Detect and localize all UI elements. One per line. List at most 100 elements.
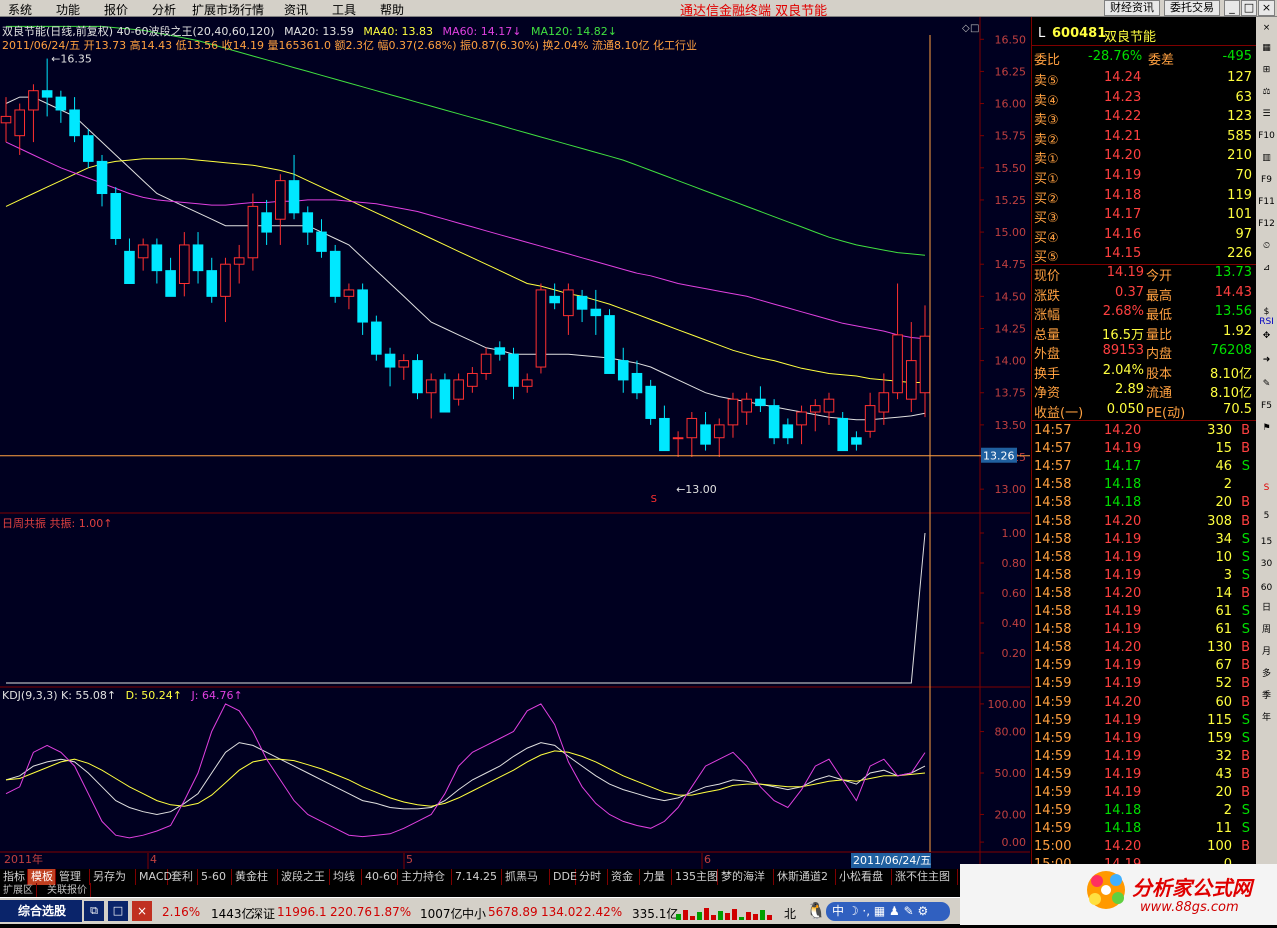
trade-button[interactable]: 委托交易 bbox=[1164, 0, 1220, 16]
indicator-tab[interactable]: 涨不住主图 bbox=[892, 869, 958, 885]
period-button[interactable]: RSI bbox=[1257, 313, 1276, 331]
period-button[interactable]: 15 bbox=[1257, 533, 1276, 551]
tick-volume: 34 bbox=[1215, 531, 1232, 547]
f12-icon[interactable]: F12 bbox=[1257, 215, 1276, 233]
bar-icon[interactable]: ▥ bbox=[1257, 149, 1276, 167]
chart-icon[interactable]: ⊞ bbox=[1257, 61, 1276, 79]
indicator-tab[interactable]: MACD bbox=[136, 869, 172, 885]
indicator-tab[interactable]: 40-60 bbox=[362, 869, 398, 885]
menu-item-quote[interactable]: 报价 bbox=[104, 1, 128, 18]
flag-icon[interactable]: ⚑ bbox=[1257, 419, 1276, 437]
stat-label: 外盘 bbox=[1034, 347, 1061, 362]
indicator-tab[interactable]: 黄金柱 bbox=[232, 869, 278, 885]
weibi-value: -28.76% bbox=[1088, 49, 1143, 64]
list-icon[interactable]: ☰ bbox=[1257, 105, 1276, 123]
period-button[interactable]: 60 bbox=[1257, 579, 1276, 597]
index-name-bj: 北 bbox=[784, 907, 797, 921]
arrow-icon[interactable]: ➜ bbox=[1257, 351, 1276, 369]
stat-label-2: 股本 bbox=[1146, 366, 1173, 382]
tick-time: 14:58 bbox=[1034, 567, 1072, 583]
grid-icon[interactable]: ▦ bbox=[1257, 39, 1276, 57]
indicator-tab[interactable]: 抓黑马 bbox=[502, 869, 550, 885]
tick-side: B bbox=[1241, 640, 1250, 656]
maximize-icon[interactable]: □ bbox=[1241, 0, 1257, 16]
bid-level-label: 买④ bbox=[1034, 230, 1059, 246]
candle-down bbox=[617, 360, 629, 381]
ime-toolbar[interactable]: 中 ☽ ·, ▦ ♟ ✎ ⚙ bbox=[826, 902, 950, 921]
window-close-icon[interactable]: × bbox=[132, 901, 152, 921]
window-restore-icon[interactable]: ⧉ bbox=[84, 901, 104, 921]
indicator-tab[interactable]: 力量 bbox=[640, 869, 672, 885]
weibi-label: 委比 bbox=[1034, 53, 1061, 68]
pencil-icon[interactable]: ✎ bbox=[1257, 375, 1276, 393]
menu-item-ext-market[interactable]: 扩展市场行情 bbox=[192, 1, 264, 18]
indicator-tab[interactable]: 休斯通道2 bbox=[774, 869, 836, 885]
menu-item-function[interactable]: 功能 bbox=[56, 1, 80, 18]
date-axis-label: 6 bbox=[704, 853, 711, 866]
scale-icon[interactable]: ⚖ bbox=[1257, 83, 1276, 101]
period-button[interactable]: 年 bbox=[1257, 709, 1276, 727]
indicator-tab[interactable]: 5-60 bbox=[198, 869, 232, 885]
indicator-tab[interactable]: 7.14.25 bbox=[452, 869, 502, 885]
menu-item-help[interactable]: 帮助 bbox=[380, 1, 404, 18]
candle-up bbox=[137, 244, 149, 259]
tick-row: 14:58 14.19 61 S bbox=[1032, 603, 1256, 622]
indicator-tab[interactable]: 均线 bbox=[330, 869, 362, 885]
chart-area[interactable]: 16.50 16.25 16.00 15.75 15.50 15.25 15.00 14.75… bbox=[0, 17, 1030, 869]
indicator-tab[interactable]: 分时 bbox=[576, 869, 608, 885]
menu-item-tools[interactable]: 工具 bbox=[332, 1, 356, 18]
indicator-tab[interactable]: 资金 bbox=[608, 869, 640, 885]
period-button[interactable]: 周 bbox=[1257, 621, 1276, 639]
period-button[interactable]: 30 bbox=[1257, 555, 1276, 573]
tick-volume: 2 bbox=[1223, 803, 1232, 819]
finance-news-button[interactable]: 财经资讯 bbox=[1104, 0, 1160, 16]
window-max-icon[interactable]: □ bbox=[108, 901, 128, 921]
penguin-icon[interactable]: 🐧 bbox=[806, 900, 826, 922]
close-icon[interactable]: × bbox=[1257, 19, 1276, 37]
indicator-tab[interactable]: 波段之王 bbox=[278, 869, 330, 885]
chart-line-icon[interactable]: ⊿ bbox=[1257, 259, 1276, 277]
menu-item-system[interactable]: 系统 bbox=[8, 1, 32, 18]
tick-time: 14:57 bbox=[1034, 423, 1072, 438]
ask-level-label: 卖④ bbox=[1034, 93, 1059, 109]
period-button[interactable]: 日 bbox=[1257, 599, 1276, 617]
indicator-tab[interactable]: 另存为 bbox=[90, 869, 136, 885]
tick-volume: 2 bbox=[1223, 477, 1232, 493]
indicator-tab[interactable]: 主力持仓 bbox=[398, 869, 452, 885]
period-button[interactable]: 月 bbox=[1257, 643, 1276, 661]
minimize-icon[interactable]: _ bbox=[1224, 0, 1240, 16]
index-sme-value: 5678.89 bbox=[488, 905, 538, 919]
chart-canvas[interactable]: 16.50 16.25 16.00 15.75 15.50 15.25 15.00 14.75… bbox=[0, 17, 1030, 869]
indicator-tab[interactable]: DDE bbox=[550, 869, 577, 885]
tick-row: 14:59 14.19 32 B bbox=[1032, 748, 1256, 767]
candle-down bbox=[631, 372, 643, 394]
f11-icon[interactable]: F11 bbox=[1257, 193, 1276, 211]
indicator-tab[interactable]: 套利 bbox=[168, 869, 198, 885]
menu-item-news[interactable]: 资讯 bbox=[284, 1, 308, 18]
candle-up bbox=[672, 437, 684, 440]
indicator-tab[interactable]: 梦的海洋 bbox=[718, 869, 774, 885]
period-button[interactable]: 5 bbox=[1257, 507, 1276, 525]
f9-icon[interactable]: F9 bbox=[1257, 171, 1276, 189]
ask-price: 14.24 bbox=[1104, 70, 1142, 85]
candle-up bbox=[919, 335, 931, 394]
price-axis-label: 15.50 bbox=[995, 162, 1027, 175]
f10-icon[interactable]: F10 bbox=[1257, 127, 1276, 145]
menu-item-analysis[interactable]: 分析 bbox=[152, 1, 176, 18]
period-button[interactable]: S bbox=[1257, 479, 1276, 497]
candle-up bbox=[398, 360, 410, 368]
start-button[interactable]: 综合选股 bbox=[0, 900, 82, 922]
indicator-tab[interactable]: 小松看盘 bbox=[836, 869, 892, 885]
f5-icon[interactable]: F5 bbox=[1257, 397, 1276, 415]
rsi-icon[interactable] bbox=[1257, 281, 1276, 299]
tick-side: S bbox=[1241, 549, 1250, 565]
period-button[interactable]: 多 bbox=[1257, 665, 1276, 683]
market-bar bbox=[676, 914, 681, 920]
indicator-tab[interactable]: 135主图 bbox=[672, 869, 718, 885]
period-button[interactable]: 季 bbox=[1257, 687, 1276, 705]
clock-icon[interactable]: ⏲ bbox=[1257, 237, 1276, 255]
candle-up bbox=[892, 334, 903, 394]
candle-up bbox=[823, 398, 835, 413]
close-icon[interactable]: × bbox=[1258, 0, 1275, 16]
index-sme-change: 134.02 bbox=[541, 905, 583, 919]
